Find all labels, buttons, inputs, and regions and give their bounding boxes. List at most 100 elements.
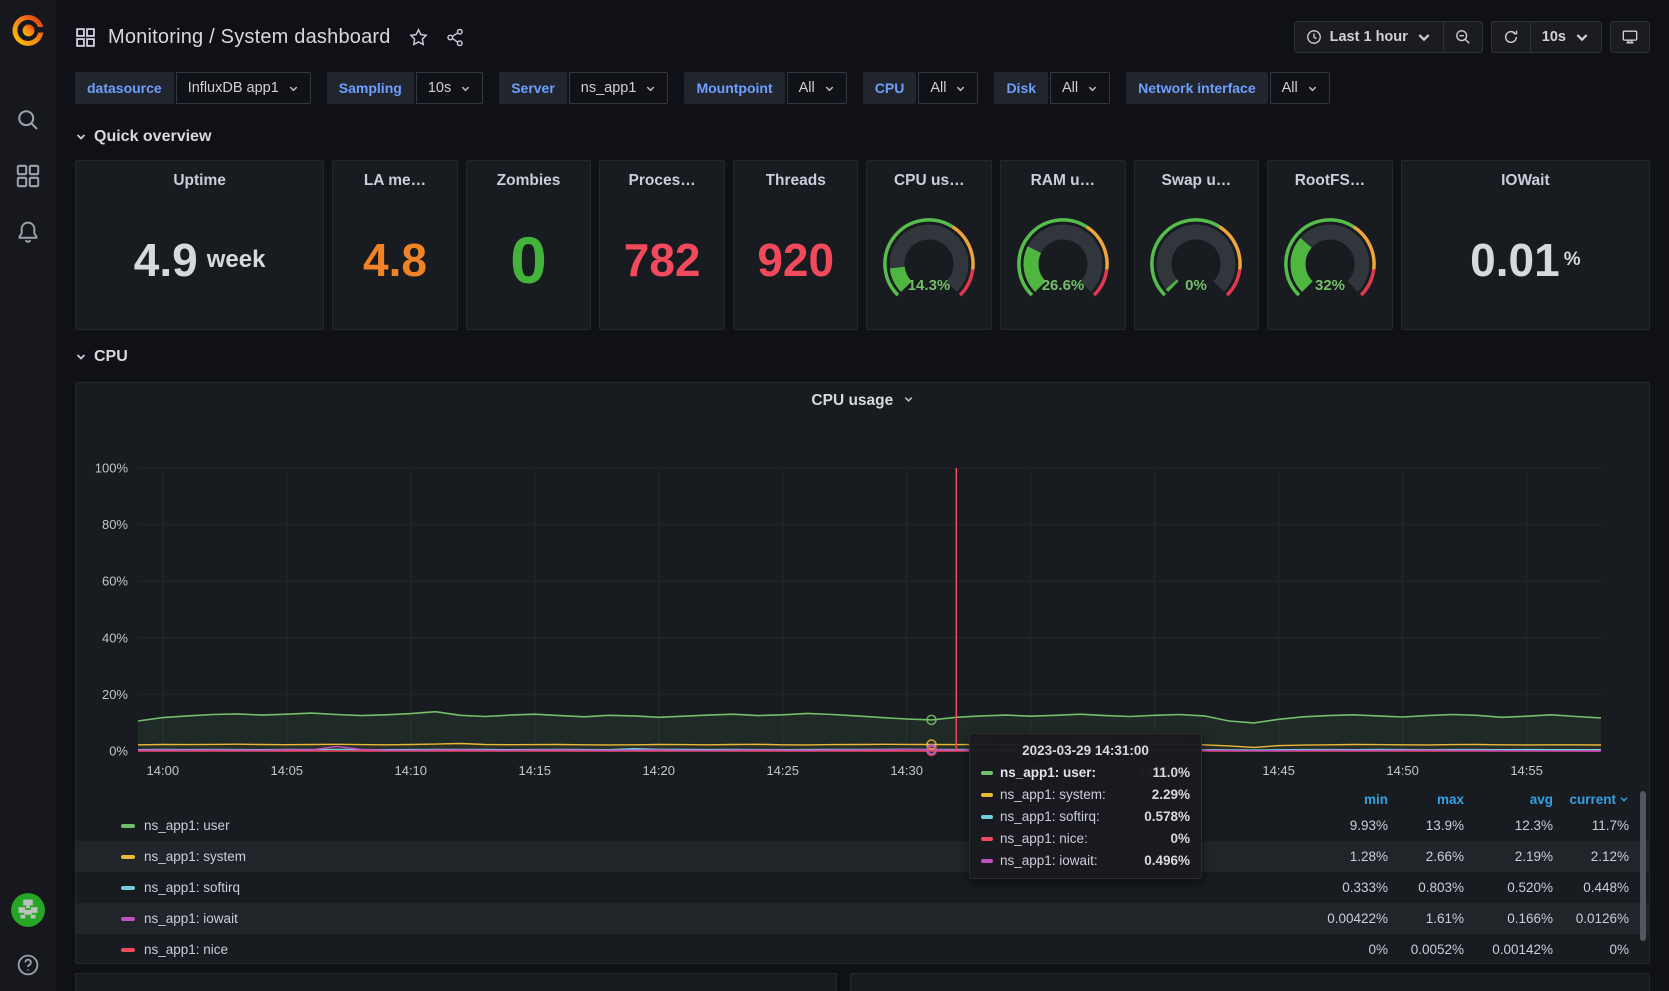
stat-panel-title[interactable]: Uptime [173, 161, 226, 190]
tooltip-row-nsappiowait: ns_app1: iowait:0.496% [981, 853, 1190, 868]
legend-series-toggle[interactable]: ns_app1: softirq [121, 880, 1304, 895]
tooltip-row-nsappsoftirq: ns_app1: softirq: 0.578% [981, 809, 1190, 824]
grafana-logo-icon[interactable] [9, 12, 47, 50]
dashboard-title[interactable]: Monitoring / System dashboard [108, 26, 391, 49]
tooltip-series-name: ns_app1: iowait: [1000, 853, 1098, 868]
legend-max-value: 2.66% [1388, 849, 1464, 864]
variable-value-dropdown[interactable]: All [1270, 72, 1330, 104]
variable-value-dropdown[interactable]: InfluxDB app1 [176, 72, 311, 104]
legend-avg-value: 0.166% [1464, 911, 1553, 926]
user-avatar[interactable] [11, 893, 45, 927]
series-name: ns_app1: iowait [144, 911, 238, 926]
chevron-down-icon [75, 351, 87, 363]
variable-value-dropdown[interactable]: All [787, 72, 847, 104]
legend-sort-avg[interactable]: avg [1464, 792, 1553, 807]
next-panels-row [75, 973, 1650, 991]
variable-label: Network interface [1126, 72, 1267, 104]
variable-cpu: CPUAll [863, 72, 979, 104]
variable-value-dropdown[interactable]: All [1050, 72, 1110, 104]
stat-panel-body: 4.9week [76, 190, 323, 329]
legend-series-toggle[interactable]: ns_app1: iowait [121, 911, 1304, 926]
legend-min-value: 0.333% [1304, 880, 1388, 895]
series-name: ns_app1: nice [144, 942, 228, 957]
svg-text:0%: 0% [109, 744, 128, 759]
toolbar-right: Last 1 hour [1294, 21, 1650, 53]
search-icon[interactable] [16, 108, 40, 132]
legend-min-value: 0.00422% [1304, 911, 1388, 926]
legend-series-toggle[interactable]: ns_app1: nice [121, 942, 1304, 957]
legend-avg-value: 2.19% [1464, 849, 1553, 864]
stat-panel-title[interactable]: IOWait [1501, 161, 1550, 190]
stat-panel-title[interactable]: Proces… [629, 161, 696, 190]
section-quick-overview[interactable]: Quick overview [75, 128, 1650, 146]
legend-sort-current[interactable]: current [1553, 792, 1629, 807]
section-cpu[interactable]: CPU [75, 348, 1650, 366]
stat-value: 4.8 [363, 233, 427, 287]
legend-current-value: 0.0126% [1553, 911, 1629, 926]
share-icon[interactable] [446, 28, 465, 47]
tooltip-series-value: 0.578% [1144, 809, 1190, 824]
variable-value-dropdown[interactable]: All [918, 72, 978, 104]
tooltip-row-nsappsystem: ns_app1: system:2.29% [981, 787, 1190, 802]
panel-title-cpu-usage[interactable]: CPU usage [76, 392, 1649, 410]
help-icon[interactable] [16, 953, 40, 977]
variable-server: Serverns_app1 [499, 72, 668, 104]
tooltip-series-name: ns_app1: softirq: [1000, 809, 1100, 824]
chevron-down-icon [903, 394, 914, 405]
variable-label: Sampling [327, 72, 414, 104]
legend-min-value: 0% [1304, 942, 1388, 957]
sort-chevron-icon [1619, 794, 1629, 804]
stat-value: 0 [510, 222, 547, 298]
gauge: 32% [1270, 210, 1390, 310]
stat-panel-body: 32% [1268, 190, 1392, 329]
template-variables-bar: datasourceInfluxDB app1 Sampling10s Server… [75, 72, 1650, 104]
time-range-picker[interactable]: Last 1 hour [1295, 22, 1443, 52]
refresh-icon [1503, 29, 1519, 45]
legend-max-value: 13.9% [1388, 818, 1464, 833]
stat-panel-title[interactable]: Zombies [497, 161, 561, 190]
dashboard-topbar: Monitoring / System dashboard [75, 0, 1650, 64]
refresh-interval-picker[interactable]: 10s [1530, 22, 1601, 52]
gauge: 26.6% [1003, 210, 1123, 310]
dashboards-icon[interactable] [16, 164, 40, 188]
svg-text:14:15: 14:15 [518, 763, 551, 778]
cpu-usage-chart[interactable]: 0%20%40%60%80%100%14:0014:0514:1014:1514… [76, 423, 1650, 788]
refresh-button[interactable] [1492, 22, 1530, 52]
stat-value: 920 [757, 233, 834, 287]
chart-legend: minmaxavgcurrentns_app1: user9.93%13.9%1… [76, 788, 1649, 964]
variable-mountpoint: MountpointAll [684, 72, 846, 104]
variable-datasource: datasourceInfluxDB app1 [75, 72, 311, 104]
stat-panel-title[interactable]: RAM u… [1031, 161, 1096, 190]
stat-panel-title[interactable]: RootFS… [1295, 161, 1366, 190]
legend-sort-min[interactable]: min [1304, 792, 1388, 807]
legend-scrollbar[interactable] [1640, 791, 1646, 941]
chevron-down-icon [1574, 29, 1590, 45]
legend-row-softirq: ns_app1: softirq0.333%0.803%0.520%0.448% [76, 872, 1649, 903]
stat-panel-title[interactable]: CPU us… [894, 161, 965, 190]
variable-value-dropdown[interactable]: ns_app1 [569, 72, 669, 104]
stat-panel-title[interactable]: Swap u… [1162, 161, 1232, 190]
cycle-view-mode-button[interactable] [1611, 22, 1649, 52]
zoom-out-button[interactable] [1443, 22, 1482, 52]
stat-panel-body: 0 [467, 190, 591, 329]
sidebar [0, 0, 56, 991]
section-title: CPU [94, 348, 128, 366]
chevron-down-icon [1416, 29, 1432, 45]
variable-value-dropdown[interactable]: 10s [416, 72, 483, 104]
gauge-value: 0% [1186, 277, 1208, 294]
chevron-down-icon [75, 131, 87, 143]
alerting-bell-icon[interactable] [16, 220, 40, 244]
stat-panel-title[interactable]: Threads [766, 161, 826, 190]
variable-label: Server [499, 72, 567, 104]
stat-value: 782 [624, 233, 701, 287]
svg-text:40%: 40% [102, 630, 128, 645]
stat-panel-title[interactable]: LA me… [364, 161, 426, 190]
stat-panel-body: 14.3% [867, 190, 991, 329]
stat-panels-row: Uptime4.9week LA me… 4.8 Zombies 0 Proces… 782… [75, 160, 1650, 330]
star-icon[interactable] [409, 28, 428, 47]
stat-panel-body: 0% [1135, 190, 1259, 329]
refresh-interval-label: 10s [1542, 29, 1566, 45]
legend-sort-max[interactable]: max [1388, 792, 1464, 807]
main-content: Monitoring / System dashboard [56, 0, 1669, 991]
chevron-down-icon [645, 83, 656, 94]
